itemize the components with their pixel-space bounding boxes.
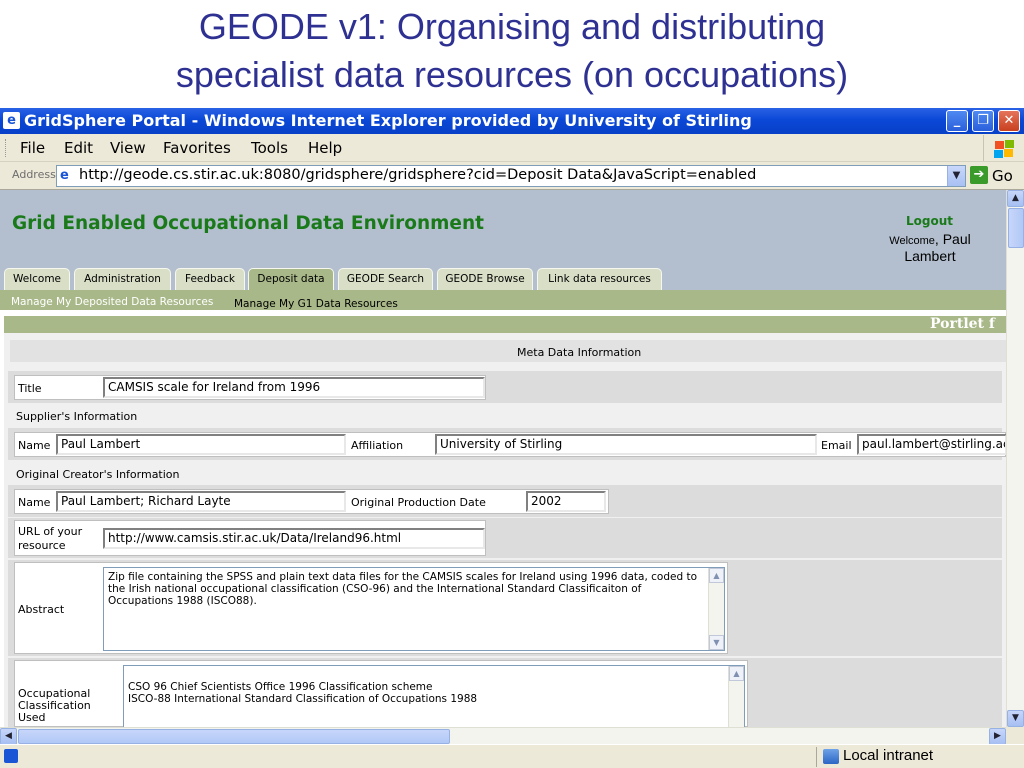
address-dropdown-icon[interactable]: ▼ — [947, 166, 965, 186]
occ-class-text: CSO 96 Chief Scientists Office 1996 Clas… — [128, 681, 478, 705]
scroll-left-icon[interactable]: ◀ — [0, 728, 17, 745]
url-input[interactable]: http://www.camsis.stir.ac.uk/Data/Irelan… — [103, 528, 485, 549]
scroll-up-icon[interactable]: ▲ — [1007, 190, 1024, 207]
close-button[interactable]: ✕ — [998, 110, 1020, 132]
menu-bar: File Edit View Favorites Tools Help — [0, 134, 1024, 162]
tab-welcome[interactable]: Welcome — [4, 268, 70, 290]
production-date-label: Original Production Date — [351, 496, 486, 509]
slide-title-line1: GEODE v1: Organising and distributing — [198, 6, 826, 47]
creator-cell: Name Paul Lambert; Richard Layte Origina… — [14, 489, 609, 514]
portlet-title: Portlet f — [930, 316, 995, 332]
restore-button[interactable]: ❐ — [972, 110, 994, 132]
address-bar: Address e http://geode.cs.stir.ac.uk:808… — [0, 162, 1024, 190]
portal-title: Grid Enabled Occupational Data Environme… — [12, 213, 484, 234]
windows-flag-icon — [983, 135, 1021, 161]
menu-tools[interactable]: Tools — [251, 134, 288, 162]
creator-heading: Original Creator's Information — [16, 468, 180, 481]
occ-class-scrollbar[interactable]: ▲ — [728, 666, 744, 727]
status-divider — [816, 747, 817, 767]
vertical-scroll-thumb[interactable] — [1008, 208, 1024, 248]
welcome-text: Welcome, Paul Lambert — [889, 231, 971, 264]
abstract-textarea[interactable]: Zip file containing the SPSS and plain t… — [103, 567, 725, 651]
scroll-up-icon[interactable]: ▲ — [729, 666, 744, 681]
menu-view[interactable]: View — [110, 134, 146, 162]
abstract-cell: Abstract Zip file containing the SPSS an… — [14, 562, 728, 654]
supplier-name-label: Name — [18, 439, 51, 452]
go-label: Go — [992, 167, 1013, 185]
horizontal-scrollbar[interactable]: ◀ ▶ — [0, 727, 1006, 745]
subnav-manage-g1[interactable]: Manage My G1 Data Resources — [234, 294, 398, 314]
window-titlebar[interactable]: e GridSphere Portal - Windows Internet E… — [0, 108, 1024, 134]
occ-class-cell: Occupational Classification Used CSO 96 … — [14, 660, 748, 727]
email-label: Email — [821, 439, 852, 452]
subnav-manage-deposited[interactable]: Manage My Deposited Data Resources — [11, 292, 213, 312]
creator-name-input[interactable]: Paul Lambert; Richard Layte — [56, 491, 346, 512]
status-bar: Local intranet — [0, 744, 1024, 768]
portal-header: Grid Enabled Occupational Data Environme… — [0, 190, 1006, 290]
window-title: GridSphere Portal - Windows Internet Exp… — [24, 111, 752, 130]
page-icon: e — [60, 168, 69, 183]
abstract-label: Abstract — [18, 603, 65, 616]
supplier-cell: Name Paul Lambert Affiliation University… — [14, 432, 1006, 457]
scroll-down-icon[interactable]: ▼ — [709, 635, 724, 650]
tab-administration[interactable]: Administration — [74, 268, 171, 290]
vertical-scrollbar[interactable]: ▲ ▼ — [1006, 190, 1024, 727]
go-arrow-icon: ➔ — [970, 166, 988, 184]
logout-link[interactable]: Logout — [906, 214, 953, 228]
metadata-header-row: Meta Data Information — [10, 340, 1006, 362]
menu-file[interactable]: File — [20, 134, 45, 162]
tab-geode-browse[interactable]: GEODE Browse — [437, 268, 533, 290]
scroll-right-icon[interactable]: ▶ — [989, 728, 1006, 745]
tab-geode-search[interactable]: GEODE Search — [338, 268, 433, 290]
creator-name-label: Name — [18, 496, 51, 509]
scroll-down-icon[interactable]: ▼ — [1007, 710, 1024, 727]
abstract-scrollbar[interactable]: ▲ ▼ — [708, 568, 724, 650]
tab-feedback[interactable]: Feedback — [175, 268, 245, 290]
toolbar-grip — [5, 139, 8, 157]
title-cell: Title CAMSIS scale for Ireland from 1996 — [14, 375, 486, 400]
title-input[interactable]: CAMSIS scale for Ireland from 1996 — [103, 377, 485, 398]
affiliation-label: Affiliation — [351, 439, 404, 452]
go-button[interactable]: ➔ Go — [970, 166, 1022, 186]
occ-class-label: Occupational Classification Used — [18, 687, 91, 724]
address-label: Address — [12, 168, 56, 181]
slide-title-line2: specialist data resources (on occupation… — [175, 54, 849, 95]
menu-favorites[interactable]: Favorites — [163, 134, 231, 162]
menu-edit[interactable]: Edit — [64, 134, 93, 162]
address-input[interactable]: e http://geode.cs.stir.ac.uk:8080/gridsp… — [56, 165, 966, 187]
page-status-icon — [4, 749, 18, 763]
welcome-word: Welcome — [889, 235, 935, 247]
production-date-input[interactable]: 2002 — [526, 491, 606, 512]
portal-tabs: Welcome Administration Feedback Deposit … — [0, 268, 1006, 290]
url-label: URL of your resource — [18, 525, 83, 552]
tab-deposit-data[interactable]: Deposit data — [248, 268, 334, 290]
title-label: Title — [18, 382, 42, 395]
page-viewport: Grid Enabled Occupational Data Environme… — [0, 190, 1006, 727]
portlet-title-bar: Portlet f — [4, 316, 1006, 333]
local-intranet-icon — [823, 749, 839, 764]
browser-window: e GridSphere Portal - Windows Internet E… — [0, 108, 1024, 768]
ie-icon: e — [3, 112, 20, 129]
security-zone: Local intranet — [843, 747, 934, 764]
url-cell: URL of your resource http://www.camsis.s… — [14, 520, 486, 556]
affiliation-input[interactable]: University of Stirling — [435, 434, 817, 455]
scroll-corner — [1006, 727, 1024, 744]
supplier-name-input[interactable]: Paul Lambert — [56, 434, 346, 455]
sub-navigation: Manage My Deposited Data Resources Manag… — [0, 290, 1006, 310]
horizontal-scroll-thumb[interactable] — [18, 729, 450, 744]
metadata-header: Meta Data Information — [517, 346, 642, 359]
address-url: http://geode.cs.stir.ac.uk:8080/gridsphe… — [79, 167, 757, 183]
occ-class-textarea[interactable]: CSO 96 Chief Scientists Office 1996 Clas… — [123, 665, 745, 727]
abstract-text: Zip file containing the SPSS and plain t… — [108, 571, 698, 607]
scroll-up-icon[interactable]: ▲ — [709, 568, 724, 583]
supplier-heading: Supplier's Information — [16, 410, 138, 423]
email-input[interactable]: paul.lambert@stirling.ac.uk — [857, 434, 1006, 455]
slide-title: GEODE v1: Organising and distributing sp… — [0, 0, 1024, 108]
menu-help[interactable]: Help — [308, 134, 342, 162]
minimize-button[interactable]: _ — [946, 110, 968, 132]
tab-link-data-resources[interactable]: Link data resources — [537, 268, 662, 290]
